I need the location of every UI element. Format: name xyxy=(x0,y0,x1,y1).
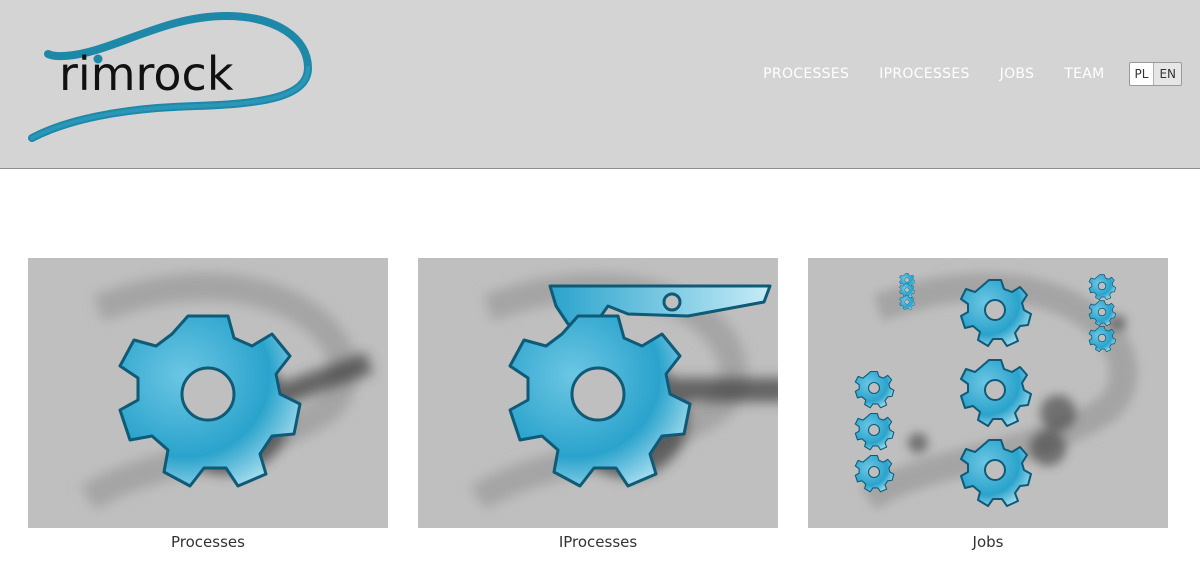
multiple-gears-icon[interactable] xyxy=(808,258,1168,528)
gear-with-arm-icon[interactable] xyxy=(418,258,778,528)
nav-item-team[interactable]: TEAM xyxy=(1064,63,1104,85)
nav-item-iprocesses[interactable]: IPROCESSES xyxy=(879,63,969,85)
language-pl-button[interactable]: PL xyxy=(1129,63,1154,85)
language-en-button[interactable]: EN xyxy=(1153,63,1181,85)
site-header: rimrock PROCESSES IPROCESSES JOBS TEAM P… xyxy=(0,0,1200,169)
main-nav: PROCESSES IPROCESSES JOBS TEAM PL EN xyxy=(763,62,1182,86)
nav-item-processes[interactable]: PROCESSES xyxy=(763,63,849,85)
card-caption[interactable]: Jobs xyxy=(808,533,1168,551)
logo-text: rimrock xyxy=(59,47,234,101)
card-processes[interactable]: Processes xyxy=(28,258,388,551)
card-jobs[interactable]: Jobs xyxy=(808,258,1168,551)
rimrock-logo[interactable]: rimrock xyxy=(26,10,316,142)
language-switcher: PL EN xyxy=(1128,62,1182,86)
card-caption[interactable]: Processes xyxy=(28,533,388,551)
card-iprocesses[interactable]: IProcesses xyxy=(418,258,778,551)
gear-icon[interactable] xyxy=(28,258,388,528)
card-caption[interactable]: IProcesses xyxy=(418,533,778,551)
nav-item-jobs[interactable]: JOBS xyxy=(1000,63,1035,85)
